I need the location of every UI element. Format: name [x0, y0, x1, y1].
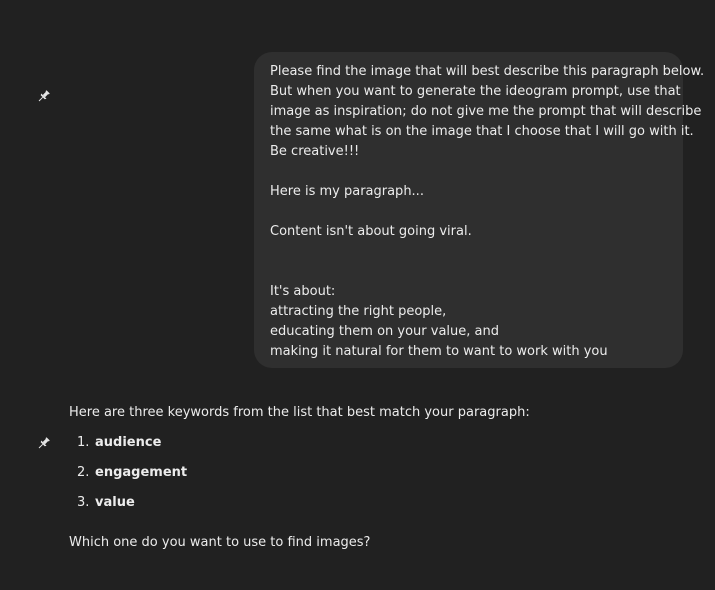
keyword-number: 3. [77, 495, 90, 510]
pin-icon[interactable] [36, 436, 51, 451]
chat-page: Please find the image that will best des… [0, 0, 715, 590]
keyword-item: 3. value [69, 493, 669, 513]
keyword-text: engagement [95, 465, 188, 480]
user-message-line [270, 262, 669, 282]
user-message-line: But when you want to generate the ideogr… [270, 84, 681, 99]
user-message-line: It's about: [270, 284, 336, 299]
user-message-line: the same what is on the image that I cho… [270, 124, 694, 139]
assistant-question: Which one do you want to use to find ima… [69, 535, 371, 550]
user-message-bubble: Please find the image that will best des… [254, 52, 705, 368]
keyword-item: 1. audience [69, 433, 669, 453]
keyword-text: audience [95, 435, 162, 450]
user-message-line: Content isn't about going viral. [270, 224, 472, 239]
user-message-line: Here is my paragraph... [270, 184, 424, 199]
user-message-line: educating them on your value, and [270, 324, 499, 339]
user-message-line [270, 162, 669, 182]
user-message-line: Please find the image that will best des… [270, 64, 705, 79]
assistant-intro: Here are three keywords from the list th… [69, 405, 530, 420]
user-message-line [270, 242, 669, 262]
keyword-number: 1. [77, 435, 90, 450]
keyword-text: value [95, 495, 135, 510]
keyword-number: 2. [77, 465, 90, 480]
user-message-line [270, 202, 669, 222]
assistant-message: Here are three keywords from the list th… [69, 403, 669, 553]
user-message-line: image as inspiration; do not give me the… [270, 104, 702, 119]
pin-icon[interactable] [36, 89, 51, 104]
keyword-item: 2. engagement [69, 463, 669, 483]
user-message-line: Be creative!!! [270, 144, 360, 159]
user-message-line: attracting the right people, [270, 304, 447, 319]
user-message-line: making it natural for them to want to wo… [270, 344, 608, 359]
keyword-list: 1. audience 2. engagement 3. value [69, 433, 669, 513]
